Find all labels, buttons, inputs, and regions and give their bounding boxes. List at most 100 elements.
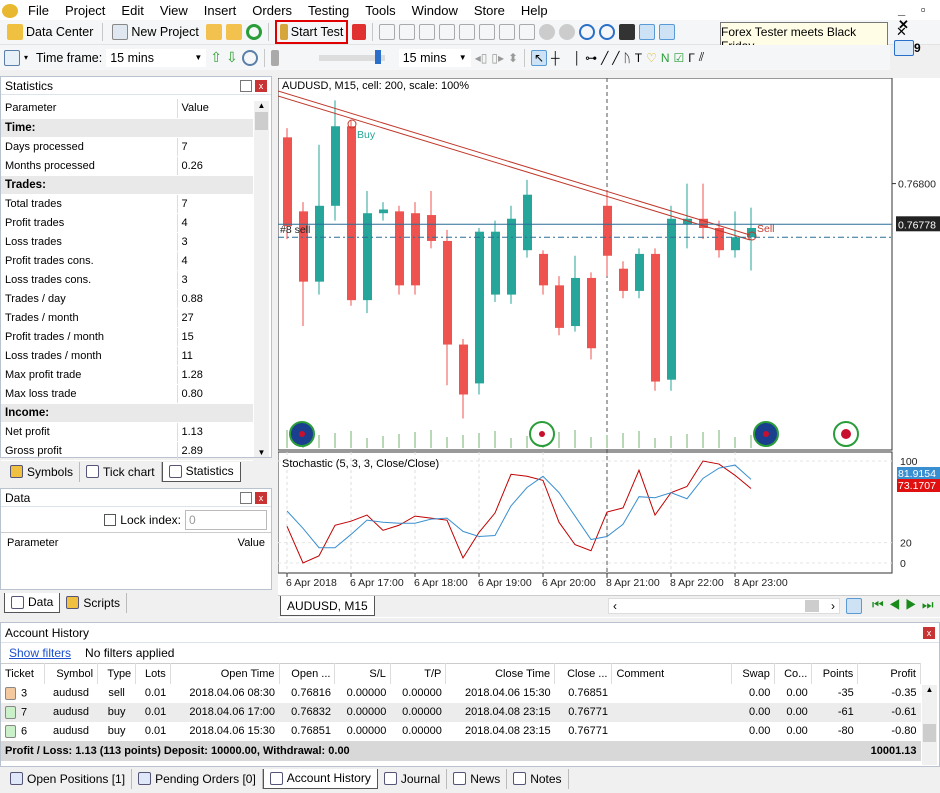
column-header[interactable]: Swap xyxy=(731,663,775,684)
table-row[interactable]: 3 audusd sell 0.01 2018.04.06 08:30 0.76816 0.… xyxy=(1,684,921,703)
tab-symbols[interactable]: Symbols xyxy=(4,461,81,482)
chart-list-icon[interactable] xyxy=(846,598,862,614)
fibo-fan-icon[interactable]: Γ xyxy=(688,51,695,65)
tab-data[interactable]: Data xyxy=(4,592,61,613)
money-left-icon[interactable] xyxy=(539,24,556,40)
check-tool-icon[interactable]: ☑ xyxy=(674,51,685,65)
fibonacci-icon[interactable]: ᚢ xyxy=(624,51,631,65)
vertical-line-icon[interactable]: │ xyxy=(574,51,582,65)
menu-help[interactable]: Help xyxy=(513,3,556,18)
menu-store[interactable]: Store xyxy=(466,3,513,18)
window-controls[interactable]: _ ▫ ✕ xyxy=(898,2,940,33)
order-icon[interactable] xyxy=(379,24,396,40)
new-chart-icon[interactable] xyxy=(4,49,20,66)
trend-line-icon[interactable]: ╱ xyxy=(601,51,608,65)
text-icon[interactable]: T xyxy=(635,51,642,65)
close-order-icon[interactable] xyxy=(499,24,516,40)
restore-button[interactable] xyxy=(240,79,252,92)
tab-pending-orders[interactable]: Pending Orders [0] xyxy=(132,768,263,789)
check-icon[interactable] xyxy=(439,24,456,40)
cursor-icon[interactable]: ↖ xyxy=(531,49,548,66)
column-header[interactable]: Comment xyxy=(611,663,733,684)
arrow-up-icon[interactable]: ⇧ xyxy=(210,49,222,66)
elliott-icon[interactable]: N xyxy=(661,51,670,65)
step-forward-icon[interactable]: ▯▸ xyxy=(491,51,504,65)
column-header[interactable]: Open ... xyxy=(279,663,336,684)
chart-shift-icon[interactable] xyxy=(639,24,656,40)
menu-tools[interactable]: Tools xyxy=(357,3,403,18)
price-chart[interactable]: Buy Sell #8 sell 0.76800 0.76778 100 20 0 81.915… xyxy=(277,77,940,618)
menu-view[interactable]: View xyxy=(152,3,196,18)
chart-navigation-icons[interactable]: ⏮◀▶⏭ xyxy=(872,597,939,613)
column-header[interactable]: Open Time xyxy=(170,663,280,684)
history-scrollbar[interactable]: ▲ xyxy=(922,685,937,765)
column-header[interactable]: Profit xyxy=(857,663,921,684)
tab-journal[interactable]: Journal xyxy=(378,768,448,789)
start-test-button[interactable]: Start Test xyxy=(274,20,349,44)
step-back-icon[interactable]: ◂▯ xyxy=(475,51,488,65)
column-header[interactable]: Close Time xyxy=(445,663,556,684)
column-header[interactable]: S/L xyxy=(334,663,391,684)
table-row[interactable]: 7 audusd buy 0.01 2018.04.06 17:00 0.76832 0.0… xyxy=(1,702,921,722)
modify-order-icon[interactable] xyxy=(519,24,536,40)
step-vertical-icon[interactable]: ⬍ xyxy=(508,51,518,65)
show-filters-link[interactable]: Show filters xyxy=(9,646,71,660)
money-right-icon[interactable] xyxy=(559,24,576,40)
zoom-out-icon[interactable] xyxy=(599,24,616,40)
open-folder-icon[interactable] xyxy=(205,24,222,40)
auto-scroll-icon[interactable] xyxy=(659,24,676,40)
clock-icon[interactable] xyxy=(241,49,258,66)
save-project-icon[interactable] xyxy=(225,24,242,40)
menu-orders[interactable]: Orders xyxy=(244,3,300,18)
column-header[interactable]: Lots xyxy=(135,663,171,684)
tab-statistics[interactable]: Statistics xyxy=(161,461,241,482)
crosshair-icon[interactable]: ┼ xyxy=(551,51,560,65)
close-history-button[interactable]: x xyxy=(923,626,935,639)
column-header[interactable]: Close ... xyxy=(554,663,613,684)
column-header[interactable]: Ticket xyxy=(1,663,45,684)
column-header[interactable]: Points xyxy=(811,663,859,684)
chart-window[interactable]: Buy Sell #8 sell 0.76800 0.76778 100 20 0 81.915… xyxy=(277,77,940,618)
mail-button[interactable]: 9 xyxy=(894,40,921,56)
horizontal-line-icon[interactable]: ⊶ xyxy=(585,51,597,65)
column-header[interactable]: Type xyxy=(97,663,137,684)
tab-news[interactable]: News xyxy=(447,768,508,789)
menu-testing[interactable]: Testing xyxy=(300,3,357,18)
zoom-in-icon[interactable] xyxy=(579,24,596,40)
tab-notes[interactable]: Notes xyxy=(507,768,569,789)
table-row[interactable]: 6 audusd buy 0.01 2018.04.06 15:30 0.76851 0.0… xyxy=(1,722,921,741)
speed-slider[interactable] xyxy=(318,49,385,64)
timeframe-select[interactable]: 15 mins ▼ xyxy=(106,48,207,67)
close-data-button[interactable]: x xyxy=(255,491,267,504)
check-partial-icon[interactable] xyxy=(479,24,496,40)
statistics-scrollbar[interactable]: ▲ ▼ xyxy=(254,101,269,457)
refresh-icon[interactable] xyxy=(245,24,262,40)
menu-window[interactable]: Window xyxy=(404,3,466,18)
tab-account-history[interactable]: Account History xyxy=(262,768,378,789)
menu-file[interactable]: File xyxy=(20,3,57,18)
chart-scrollbar[interactable]: ‹ › xyxy=(608,598,840,614)
tab-tick-chart[interactable]: Tick chart xyxy=(80,461,162,482)
channel-icon[interactable]: ⫽ xyxy=(699,50,704,65)
binoculars-icon[interactable] xyxy=(619,24,636,40)
speed-select[interactable]: 15 mins ▼ xyxy=(398,48,471,67)
tab-scripts[interactable]: Scripts xyxy=(60,592,128,613)
tab-open-positions[interactable]: Open Positions [1] xyxy=(4,768,133,789)
lock-index-input[interactable]: 0 xyxy=(185,509,267,530)
column-header[interactable]: Co... xyxy=(774,663,813,684)
chart-tab[interactable]: AUDUSD, M15 xyxy=(280,596,375,616)
p-order-icon[interactable] xyxy=(399,24,416,40)
pause-icon[interactable] xyxy=(270,49,279,66)
marker-icon[interactable]: ♡ xyxy=(646,51,657,65)
stop-test-icon[interactable] xyxy=(352,24,367,40)
close-statistics-button[interactable]: x xyxy=(255,79,267,92)
data-center-button[interactable]: Data Center xyxy=(4,21,96,43)
ray-icon[interactable]: ╱ xyxy=(612,51,619,65)
check-all-icon[interactable] xyxy=(459,24,476,40)
restore-data-button[interactable] xyxy=(240,491,252,504)
column-header[interactable]: Symbol xyxy=(44,663,99,684)
arrow-down-icon[interactable]: ⇩ xyxy=(226,49,238,66)
new-project-button[interactable]: New Project xyxy=(109,21,201,43)
menu-edit[interactable]: Edit xyxy=(113,3,151,18)
menu-insert[interactable]: Insert xyxy=(196,3,245,18)
